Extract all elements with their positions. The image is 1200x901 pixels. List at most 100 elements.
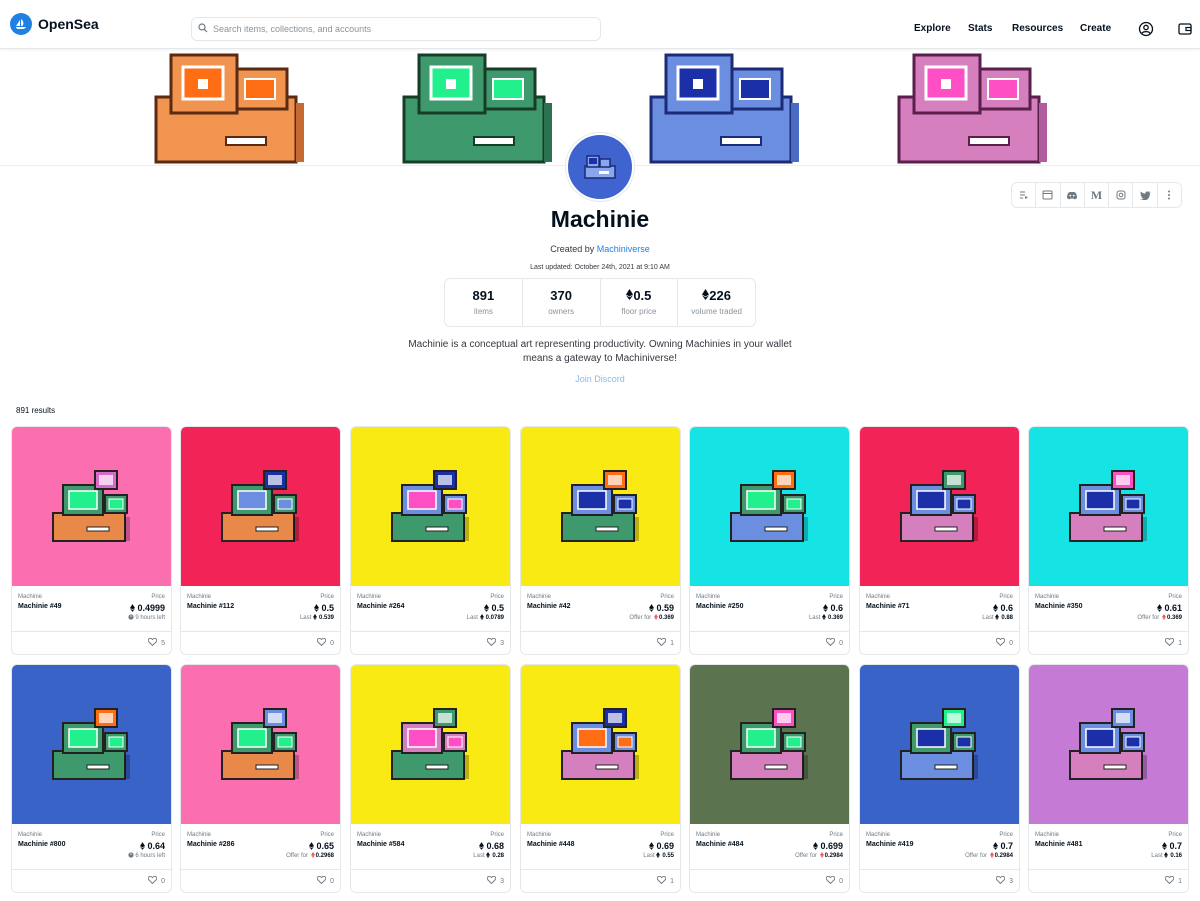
nav-explore[interactable]: Explore [914,23,951,34]
favorite-button[interactable]: 0 [825,637,843,648]
nft-card[interactable]: Machinie Machinie #49 Price 0.4999 9 hou… [11,426,172,655]
nft-image[interactable] [690,665,849,824]
card-price-value: 0.4999 [137,603,165,613]
card-sub-label: Offer for [286,853,308,859]
creator-link[interactable]: Machiniverse [597,244,650,254]
nft-image[interactable] [351,665,510,824]
card-price-value: 0.61 [1164,603,1182,613]
nft-image[interactable] [521,427,680,586]
favorite-button[interactable]: 0 [316,637,334,648]
card-price: 0.5 [314,603,334,613]
favorite-button[interactable]: 3 [486,637,504,648]
nft-card[interactable]: Machinie Machinie #286 Price 0.65 Offer … [180,664,341,893]
favorite-button[interactable]: 0 [825,875,843,886]
join-discord-link[interactable]: Join Discord [0,374,1200,384]
more-icon[interactable] [1158,183,1181,207]
card-collection-name: Machinie [357,832,382,838]
favorite-button[interactable]: 3 [995,875,1013,886]
stat-floor-price[interactable]: 0.5 floor price [601,279,679,326]
account-icon[interactable] [1138,21,1154,42]
card-sub-value: 0.2984 [824,853,843,859]
card-sub-label: Offer for [1137,615,1160,621]
nft-image[interactable] [1029,427,1188,586]
stat-owners[interactable]: 370 owners [523,279,601,326]
card-sub-value: 0.369 [827,615,843,621]
like-count: 1 [670,639,674,647]
heart-icon [825,875,836,886]
nft-card[interactable]: Machinie Machinie #112 Price 0.5 Last 0.… [180,426,341,655]
card-subline: Offer for 0.369 [629,614,674,621]
card-price-value: 0.7 [1169,841,1182,851]
nft-image[interactable] [521,665,680,824]
nav-create[interactable]: Create [1080,23,1111,34]
opensea-logo-icon [10,13,32,35]
nft-card[interactable]: Machinie Machinie #484 Price 0.699 Offer… [689,664,850,893]
wallet-icon[interactable] [1177,21,1193,42]
nft-card[interactable]: Machinie Machinie #42 Price 0.59 Offer f… [520,426,681,655]
search-input[interactable] [213,24,583,34]
nft-image[interactable] [860,427,1019,586]
favorite-button[interactable]: 0 [316,875,334,886]
nft-image[interactable] [12,665,171,824]
stat-volume[interactable]: 226 volume traded [678,279,755,326]
favorite-button[interactable]: 5 [147,637,165,648]
favorite-button[interactable]: 3 [486,875,504,886]
nft-image[interactable] [690,427,849,586]
card-sub-label: Last [473,853,485,859]
favorite-button[interactable]: 1 [656,875,674,886]
opensea-logo[interactable]: OpenSea [10,13,99,35]
like-count: 0 [161,877,165,885]
website-icon[interactable] [1036,183,1061,207]
search-bar[interactable] [191,17,601,41]
nft-card[interactable]: Machinie Machinie #800 Price 0.64 6 hour… [11,664,172,893]
medium-icon[interactable]: M [1085,183,1110,207]
instagram-icon[interactable] [1109,183,1134,207]
card-item-name: Machinie #286 [187,841,235,848]
card-price-label: Price [999,594,1013,600]
card-sub-label: 9 hours left [135,615,165,621]
discord-icon[interactable] [1061,183,1085,207]
card-price-value: 0.699 [820,841,843,851]
nft-image[interactable] [1029,665,1188,824]
nft-card[interactable]: Machinie Machinie #350 Price 0.61 Offer … [1028,426,1189,655]
card-price-label: Price [1168,832,1182,838]
card-item-name: Machinie #584 [357,841,405,848]
favorite-button[interactable]: 1 [1164,875,1182,886]
nft-card[interactable]: Machinie Machinie #481 Price 0.7 Last 0.… [1028,664,1189,893]
card-subline: Last 0.369 [809,614,843,621]
nft-image[interactable] [351,427,510,586]
heart-icon [656,875,667,886]
card-sub-value: 0.2984 [994,853,1013,859]
like-count: 1 [1178,639,1182,647]
nft-card[interactable]: Machinie Machinie #584 Price 0.68 Last 0… [350,664,511,893]
created-by: Created by Machiniverse [0,244,1200,254]
nft-card[interactable]: Machinie Machinie #250 Price 0.6 Last 0.… [689,426,850,655]
nft-image[interactable] [860,665,1019,824]
card-price-label: Price [490,832,504,838]
nav-resources[interactable]: Resources [1012,23,1063,34]
nft-image[interactable] [181,427,340,586]
card-price: 0.69 [649,841,674,851]
favorite-button[interactable]: 1 [1164,637,1182,648]
stat-label: owners [548,307,575,316]
card-price: 0.65 [309,841,334,851]
favorite-button[interactable]: 1 [656,637,674,648]
stat-value-row: 226 [678,288,755,303]
stat-items[interactable]: 891 items [445,279,523,326]
nft-card[interactable]: Machinie Machinie #419 Price 0.7 Offer f… [859,664,1020,893]
card-sub-label: Offer for [629,615,652,621]
nft-card[interactable]: Machinie Machinie #264 Price 0.5 Last 0.… [350,426,511,655]
list-icon[interactable] [1012,183,1037,207]
collection-title: Machinie [550,206,650,232]
nft-image[interactable] [12,427,171,586]
favorite-button[interactable]: 0 [995,637,1013,648]
twitter-icon[interactable] [1133,183,1158,207]
nav-stats[interactable]: Stats [968,23,992,34]
card-price: 0.6 [823,603,843,613]
nft-card[interactable]: Machinie Machinie #71 Price 0.6 Last 0.8… [859,426,1020,655]
favorite-button[interactable]: 0 [147,875,165,886]
nft-image[interactable] [181,665,340,824]
card-price-label: Price [660,832,674,838]
stat-label: floor price [621,307,657,316]
nft-card[interactable]: Machinie Machinie #448 Price 0.69 Last 0… [520,664,681,893]
